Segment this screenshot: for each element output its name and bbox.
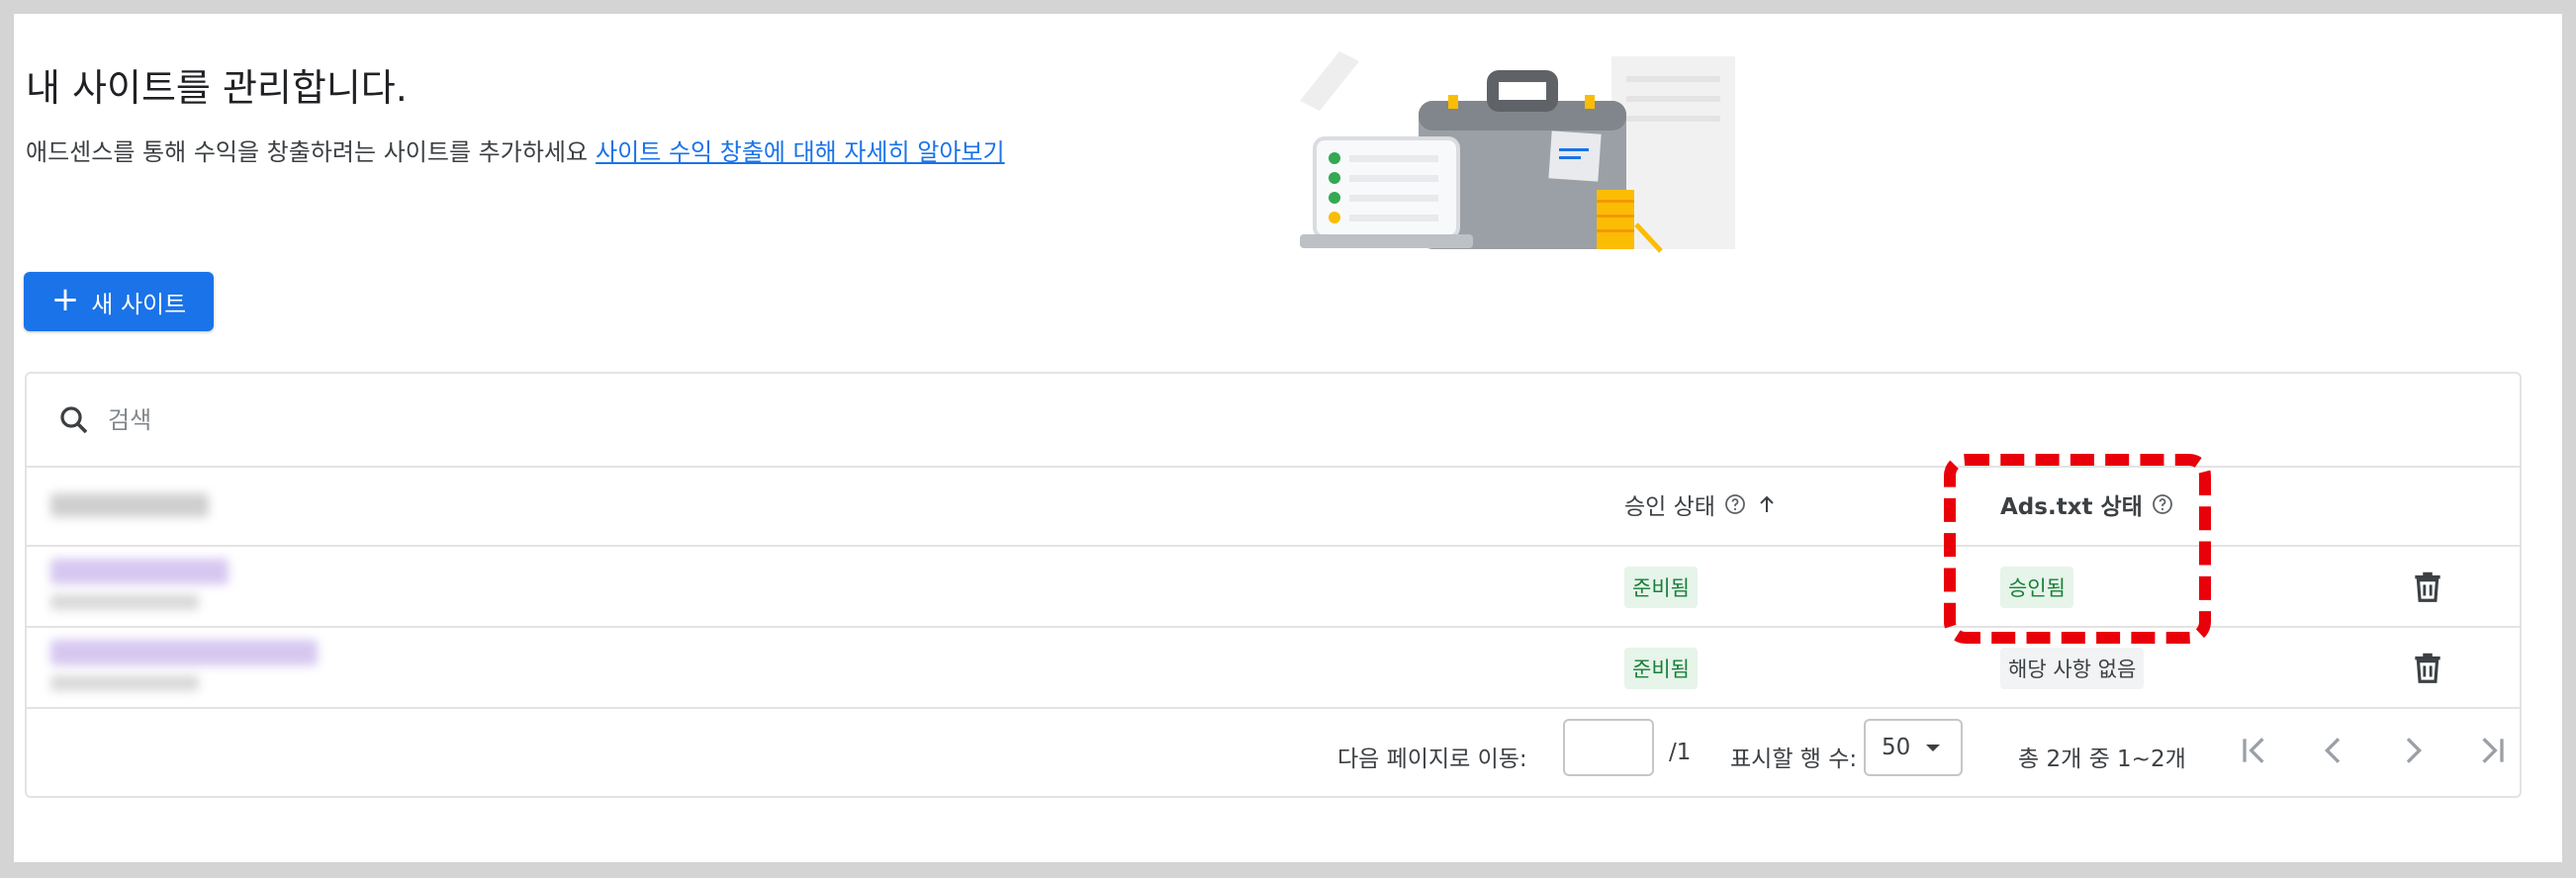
rows-per-page-select[interactable]: 50 [1864, 719, 1963, 776]
sites-page: 내 사이트를 관리합니다. 애드센스를 통해 수익을 창출하려는 사이트를 추가… [14, 14, 2562, 862]
subtitle-text: 애드센스를 통해 수익을 창출하려는 사이트를 추가하세요 [26, 138, 589, 166]
delete-icon[interactable] [2409, 567, 2446, 606]
first-page-icon[interactable] [2235, 731, 2274, 770]
site-name-redacted[interactable] [50, 559, 229, 584]
total-pages: /1 [1669, 740, 1692, 765]
ads-txt-highlight-annotation [1944, 454, 2211, 644]
site-meta-redacted [50, 675, 199, 691]
search-input[interactable] [106, 404, 703, 435]
learn-more-link[interactable]: 사이트 수익 창출에 대해 자세히 알아보기 [596, 138, 1005, 166]
ads-txt-status-chip: 해당 사항 없음 [2000, 648, 2145, 689]
page-subtitle: 애드센스를 통해 수익을 창출하려는 사이트를 추가하세요 사이트 수익 창출에 … [26, 132, 1005, 167]
page-number-input[interactable] [1563, 719, 1654, 776]
approval-status-header[interactable]: 승인 상태 [1624, 487, 1779, 521]
site-column-header-redacted [50, 493, 209, 517]
new-site-label: 새 사이트 [91, 290, 187, 318]
next-page-icon[interactable] [2393, 731, 2433, 770]
range-text: 총 2개 중 1~2개 [2018, 746, 2186, 772]
approval-status-chip: 준비됨 [1624, 567, 1698, 608]
plus-icon: + [50, 280, 80, 319]
last-page-icon[interactable] [2472, 731, 2512, 770]
search-icon [60, 405, 88, 433]
pagination-bar: 다음 페이지로 이동: /1 표시할 행 수: 50 총 2개 중 1~2개 [27, 707, 2520, 798]
delete-icon[interactable] [2409, 648, 2446, 687]
approval-status-chip: 준비됨 [1624, 648, 1698, 689]
dropdown-arrow-icon [1926, 745, 1941, 751]
previous-page-icon[interactable] [2314, 731, 2353, 770]
new-site-button[interactable]: + 새 사이트 [24, 272, 214, 331]
site-meta-redacted [50, 594, 199, 610]
rows-per-page-value: 50 [1882, 735, 1911, 760]
rows-per-page-label: 표시할 행 수: [1730, 746, 1858, 772]
site-name-redacted[interactable] [50, 640, 318, 665]
page-title: 내 사이트를 관리합니다. [26, 66, 408, 110]
approval-status-header-label: 승인 상태 [1624, 494, 1715, 520]
sort-ascending-icon[interactable] [1755, 492, 1779, 516]
help-icon[interactable] [1723, 492, 1747, 516]
briefcase-illustration [1300, 51, 1735, 253]
go-to-page-label: 다음 페이지로 이동: [1337, 746, 1527, 772]
